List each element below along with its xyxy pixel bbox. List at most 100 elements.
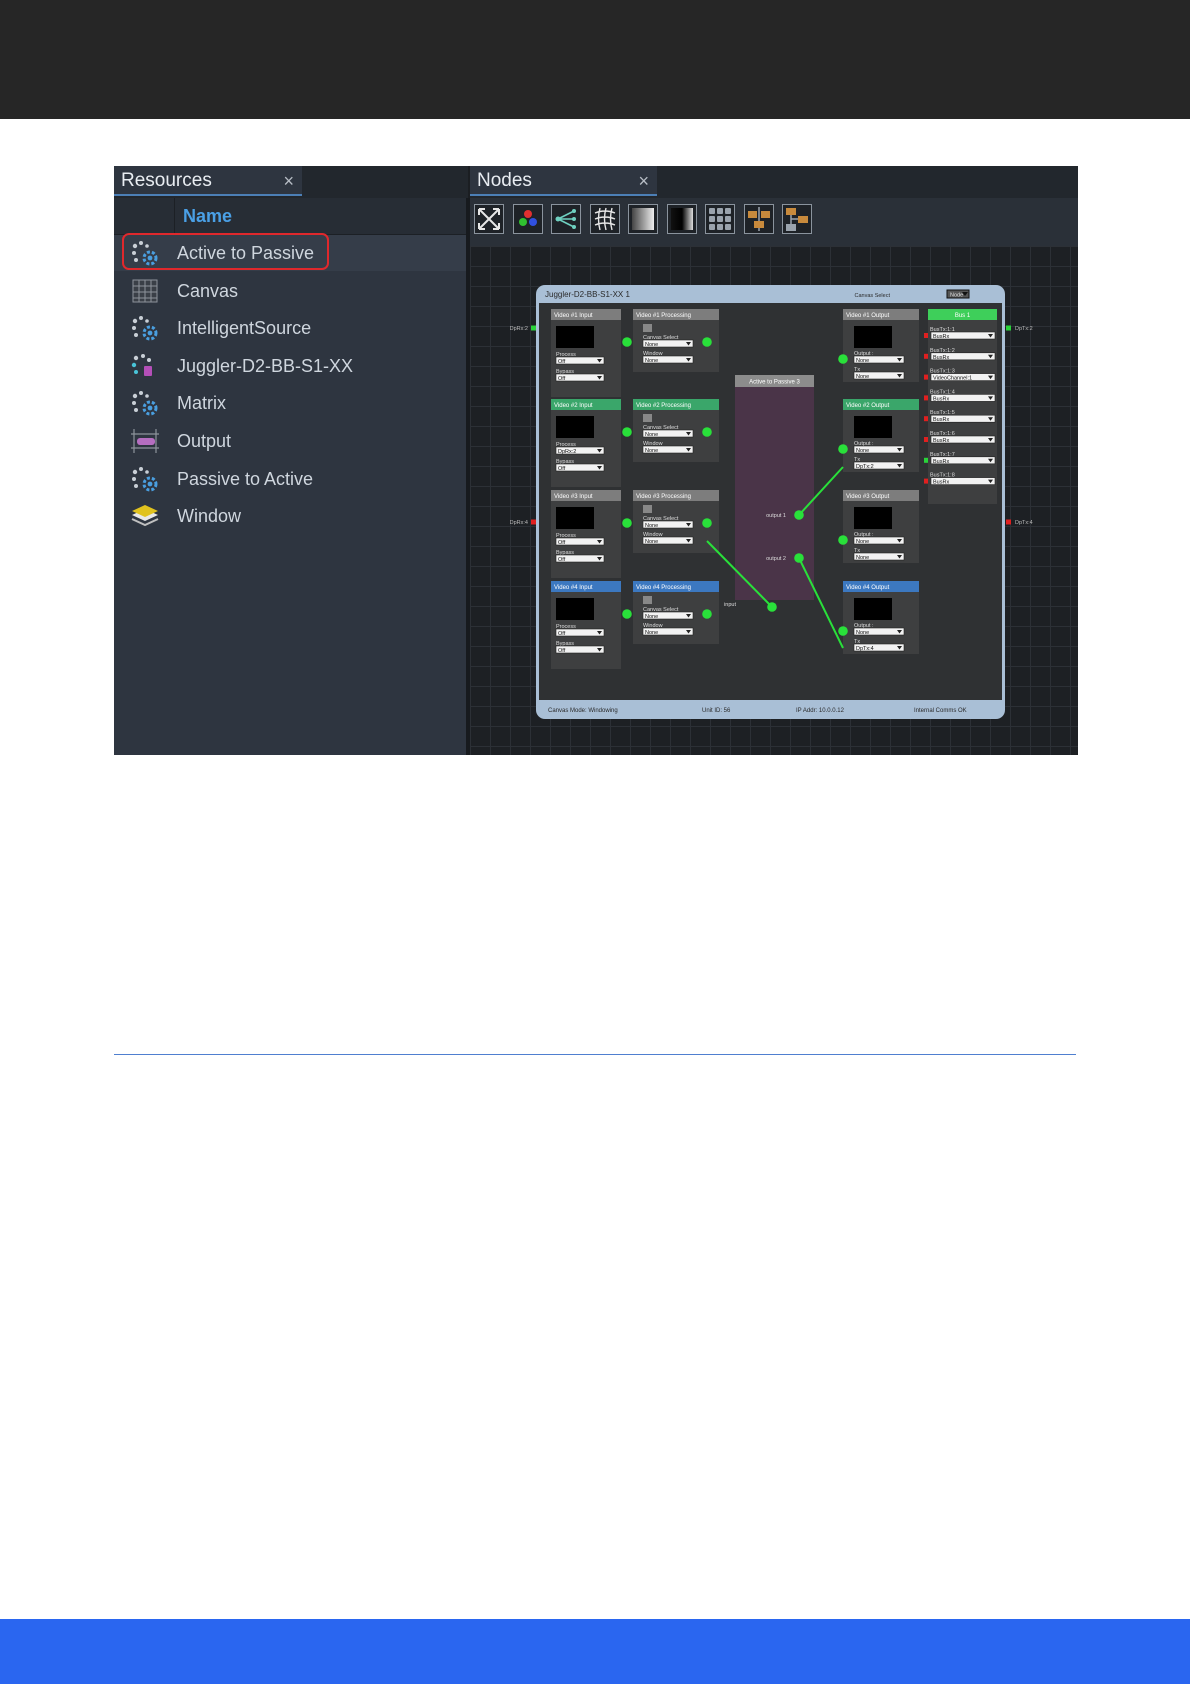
resource-item[interactable]: Canvas xyxy=(114,273,468,309)
close-icon[interactable]: × xyxy=(638,166,649,196)
dropdown-value: BusRx xyxy=(933,459,949,465)
header-band xyxy=(0,0,1190,119)
dropdown[interactable]: None xyxy=(853,536,905,545)
active-to-passive-node[interactable] xyxy=(735,387,814,600)
dropdown[interactable]: None xyxy=(853,552,905,561)
connector-port[interactable] xyxy=(702,518,712,528)
dropdown[interactable]: Off xyxy=(555,373,605,382)
right-port-label: DpTx:2 xyxy=(1015,326,1033,332)
dropdown-value: None xyxy=(856,555,869,561)
port-indicator[interactable] xyxy=(924,437,928,442)
port-indicator[interactable] xyxy=(924,395,928,401)
port-indicator[interactable] xyxy=(924,457,928,463)
close-icon[interactable]: × xyxy=(283,166,294,196)
resource-item[interactable]: IntelligentSource xyxy=(114,310,468,346)
toggle-checkbox[interactable] xyxy=(643,505,652,513)
connector-port[interactable] xyxy=(702,337,712,347)
port-indicator[interactable] xyxy=(531,325,536,331)
dropdown[interactable]: BusRx xyxy=(930,352,996,361)
dropdown[interactable]: None xyxy=(853,445,905,454)
connector-port[interactable] xyxy=(622,427,632,437)
resource-item[interactable]: Matrix xyxy=(114,385,468,421)
resource-item[interactable]: Output xyxy=(114,423,468,459)
footer-unit: Unit ID: 56 xyxy=(702,708,731,714)
gradient-icon[interactable] xyxy=(628,204,658,234)
node-branch-icon[interactable] xyxy=(782,204,812,234)
color-source-icon[interactable] xyxy=(512,204,543,234)
tile-grid-icon[interactable] xyxy=(705,204,735,234)
node-graph[interactable]: Juggler-D2-BB-S1-XX 1 Canvas Select Node Ca… xyxy=(470,246,1078,755)
dropdown[interactable]: Off xyxy=(555,554,605,563)
dropdown[interactable]: None xyxy=(853,627,905,636)
port-indicator[interactable] xyxy=(1006,519,1011,525)
node-canvas[interactable]: Juggler-D2-BB-S1-XX 1 Canvas Select Node Ca… xyxy=(470,246,1078,755)
dropdown[interactable]: BusRx xyxy=(930,331,996,340)
connector-port[interactable] xyxy=(622,609,632,619)
resource-item[interactable]: Passive to Active xyxy=(114,461,468,497)
connector-port[interactable] xyxy=(702,427,712,437)
dropdown[interactable]: None xyxy=(642,611,694,620)
column-name-header[interactable]: Name xyxy=(183,198,232,234)
connector-port[interactable] xyxy=(702,609,712,619)
dropdown[interactable]: None xyxy=(642,520,694,529)
port-indicator[interactable] xyxy=(1006,325,1011,331)
connector-port[interactable] xyxy=(838,626,848,636)
dropdown[interactable]: DpRx:2 xyxy=(555,446,605,455)
resource-item[interactable]: Window xyxy=(114,498,468,534)
dropdown[interactable]: DpTx:4 xyxy=(853,643,905,652)
fit-view-icon[interactable] xyxy=(474,204,504,234)
dropdown[interactable]: None xyxy=(642,536,694,545)
column-divider xyxy=(174,198,175,234)
connector-port[interactable] xyxy=(622,518,632,528)
ap-output1-port[interactable] xyxy=(794,510,804,520)
dropdown[interactable]: Off xyxy=(555,356,605,365)
ap-output2-port[interactable] xyxy=(794,553,804,563)
dropdown-value: None xyxy=(856,630,869,636)
dropdown[interactable]: Off xyxy=(555,537,605,546)
dropdown[interactable]: None xyxy=(853,355,905,364)
dropdown[interactable]: None xyxy=(642,627,694,636)
connector-port[interactable] xyxy=(622,337,632,347)
dropdown[interactable]: BusRx xyxy=(930,414,996,423)
port-indicator[interactable] xyxy=(924,374,928,380)
connector-port[interactable] xyxy=(838,354,848,364)
tab-nodes[interactable]: Nodes × xyxy=(470,166,657,196)
ap-input-port[interactable] xyxy=(767,602,777,612)
port-indicator[interactable] xyxy=(924,333,928,338)
port-indicator[interactable] xyxy=(531,519,536,525)
port-indicator[interactable] xyxy=(924,353,928,359)
dropdown[interactable]: None xyxy=(642,445,694,454)
resource-item-label: Canvas xyxy=(177,280,239,301)
node-chain-icon[interactable] xyxy=(743,204,774,234)
dropdown[interactable]: Off xyxy=(555,645,605,654)
dropdown[interactable]: BusRx xyxy=(930,456,996,465)
resource-item[interactable]: Juggler-D2-BB-S1-XX xyxy=(114,348,468,384)
dropdown[interactable]: BusRx xyxy=(930,477,996,486)
canvas-grid-icon xyxy=(130,278,160,304)
connector-port[interactable] xyxy=(838,444,848,454)
dropdown[interactable]: None xyxy=(642,355,694,364)
tab-resources[interactable]: Resources × xyxy=(114,166,302,196)
toggle-checkbox[interactable] xyxy=(643,324,652,332)
port-indicator[interactable] xyxy=(924,478,928,484)
dropdown[interactable]: Off xyxy=(555,463,605,472)
dropdown-value: BusRx xyxy=(933,355,949,361)
connector-port[interactable] xyxy=(838,535,848,545)
dropdown[interactable]: None xyxy=(642,429,694,438)
split-tree-icon[interactable] xyxy=(551,204,581,234)
dropdown[interactable]: BusRx xyxy=(930,394,996,402)
dropdown[interactable]: None xyxy=(642,339,694,348)
toggle-checkbox[interactable] xyxy=(643,414,652,422)
canvas-select-label: Canvas Select xyxy=(855,293,891,299)
dropdown[interactable]: Off xyxy=(555,628,605,637)
warp-grid-icon[interactable] xyxy=(589,204,620,234)
dropdown[interactable]: DpTx:2 xyxy=(853,461,905,470)
dropdown[interactable]: None xyxy=(853,371,905,380)
dropdown[interactable]: VideoChannel:1 xyxy=(930,373,996,382)
toggle-checkbox[interactable] xyxy=(643,596,652,604)
dropdown-value: Off xyxy=(558,648,566,654)
port-indicator[interactable] xyxy=(924,416,928,422)
video-preview xyxy=(556,326,594,348)
dark-gradient-icon[interactable] xyxy=(666,204,697,234)
dropdown[interactable]: BusRx xyxy=(930,435,996,444)
